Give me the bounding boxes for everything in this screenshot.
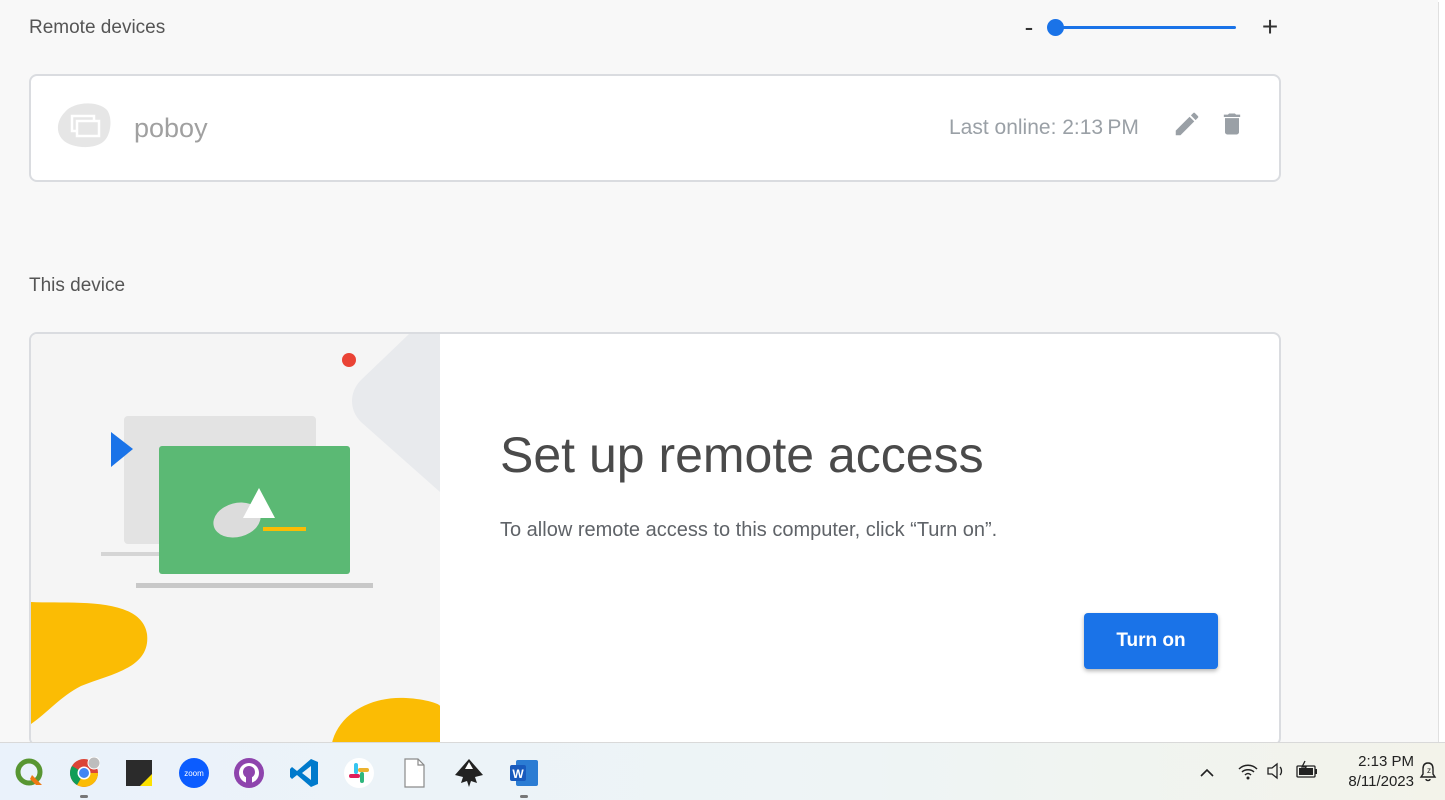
pencil-icon[interactable]	[1172, 109, 1202, 139]
clock-date: 8/11/2023	[1348, 773, 1414, 790]
setup-description: To allow remote access to this computer,…	[500, 519, 998, 541]
remote-devices-title: Remote devices	[29, 17, 166, 38]
chrome-icon[interactable]	[68, 757, 100, 789]
word-running-indicator	[520, 795, 528, 798]
trash-icon[interactable]	[1218, 109, 1246, 139]
clock-time: 2:13 PM	[1358, 753, 1414, 770]
zoom-app-label: zoom	[184, 769, 204, 778]
slack-icon[interactable]	[343, 757, 375, 789]
chrome-running-indicator	[80, 795, 88, 798]
word-app-label: W	[512, 767, 524, 781]
this-device-title: This device	[29, 275, 126, 296]
zoom-in-button[interactable]: +	[1258, 12, 1282, 42]
taskbar: zoom W 2:13 PM 8/11/2023 z	[0, 742, 1445, 800]
scrollbar[interactable]	[1438, 0, 1445, 742]
setup-remote-access-card: Set up remote access To allow remote acc…	[29, 332, 1281, 746]
svg-text:z: z	[1427, 766, 1431, 775]
battery-charging-icon[interactable]	[1295, 755, 1319, 787]
sticky-notes-icon[interactable]	[123, 757, 155, 789]
file-icon[interactable]	[398, 757, 430, 789]
last-online-status: Last online: 2:13 PM	[949, 116, 1139, 139]
qgis-icon[interactable]	[14, 757, 46, 789]
chevron-up-icon[interactable]	[1198, 755, 1216, 787]
zoom-icon[interactable]: zoom	[178, 757, 210, 789]
turn-on-button[interactable]: Turn on	[1084, 613, 1218, 669]
volume-icon[interactable]	[1265, 755, 1287, 787]
remote-access-illustration	[31, 334, 440, 744]
zoom-out-button[interactable]: -	[1019, 12, 1039, 42]
setup-heading: Set up remote access	[500, 427, 984, 483]
wifi-icon[interactable]	[1237, 755, 1259, 787]
system-clock[interactable]: 2:13 PM 8/11/2023	[1334, 752, 1414, 792]
github-desktop-icon[interactable]	[233, 757, 265, 789]
scrollbar-thumb[interactable]	[1438, 2, 1445, 742]
device-name[interactable]: poboy	[134, 113, 208, 144]
inkscape-icon[interactable]	[453, 757, 485, 789]
zoom-slider-thumb[interactable]	[1047, 19, 1064, 36]
word-icon[interactable]: W	[508, 757, 540, 789]
notification-bell-icon[interactable]: z	[1418, 755, 1438, 787]
computer-icon	[57, 103, 111, 148]
vscode-icon[interactable]	[288, 757, 320, 789]
remote-device-card[interactable]: poboy Last online: 2:13 PM	[29, 74, 1281, 182]
zoom-slider-track[interactable]	[1055, 26, 1236, 29]
